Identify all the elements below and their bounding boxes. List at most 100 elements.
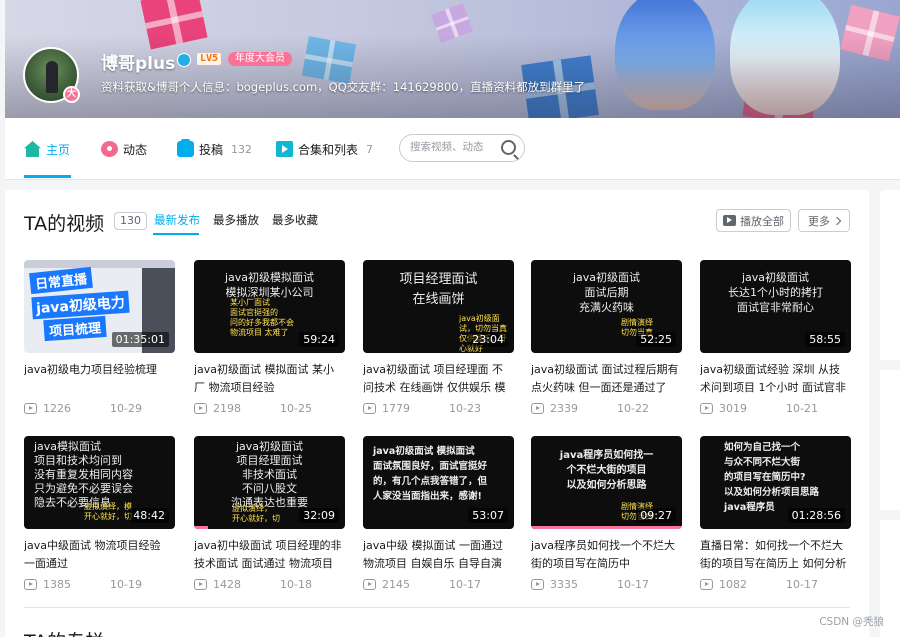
video-thumbnail[interactable]: 项目经理面试 在线画饼 java初级面试，切勿当真 仅供娱乐，开心就好 23:0…	[363, 260, 514, 353]
video-thumbnail[interactable]: java程序员如何找一 个不烂大街的项目 以及如何分析思路 剧情演绎 切勿当真 …	[531, 436, 682, 529]
video-count: 130	[114, 212, 147, 230]
watermark: CSDN @秃狼	[819, 616, 884, 628]
thumb-text: java程序员如何找一 个不烂大街的项目 以及如何分析思路	[559, 450, 654, 491]
play-count-icon	[700, 402, 713, 414]
video-title[interactable]: java初级面试 项目经理面 不问技术 在线画饼 仅供娱乐 模	[363, 361, 514, 397]
thumb-text: java初级面试 面试后期 充满火药味	[572, 271, 641, 314]
more-label: 更多	[808, 214, 830, 228]
search-box[interactable]	[399, 134, 525, 162]
chevron-right-icon	[832, 216, 842, 225]
video-duration: 53:07	[468, 508, 508, 523]
section-divider	[24, 607, 850, 608]
user-name[interactable]: 博哥plus	[101, 49, 175, 74]
sort-underline	[153, 233, 199, 235]
tab-dynamic-label: 动态	[123, 142, 148, 157]
video-meta: 1082 10-17	[700, 577, 851, 591]
video-title[interactable]: java中级 模拟面试 一面通过 物流项目 自娱自乐 自导自演	[363, 537, 514, 573]
video-duration: 01:35:01	[111, 332, 169, 347]
publish-date: 10-17	[617, 577, 649, 591]
thumb-accent-text: 虚拟演绎， 开心就好，切	[232, 504, 280, 523]
video-card[interactable]: java初级模拟面试 模拟深圳某小公司 某小厂面试 面试官挺强的 问的好多我都不…	[194, 260, 345, 415]
tab-collections-label: 合集和列表	[298, 142, 359, 157]
video-card[interactable]: 项目经理面试 在线画饼 java初级面试，切勿当真 仅供娱乐，开心就好 23:0…	[363, 260, 514, 415]
thumb-text: java初级模拟面试 模拟深圳某小公司	[224, 271, 315, 299]
tab-uploads[interactable]: 投稿 132	[177, 139, 252, 158]
video-card[interactable]: java初级面试 模拟面试 面试氛围良好，面试官挺好 的，有几个点我答错了，但 …	[363, 436, 514, 591]
play-count-icon	[24, 402, 37, 414]
tab-dynamic[interactable]: 动态	[101, 140, 147, 158]
sidebar-gap	[880, 510, 900, 520]
collections-count: 7	[366, 142, 374, 156]
more-button[interactable]: 更多	[798, 209, 850, 232]
video-thumbnail[interactable]: java初级面试 面试后期 充满火药味 剧情演绎 切勿当真 52:25	[531, 260, 682, 353]
search-input[interactable]	[410, 141, 500, 153]
video-duration: 48:42	[129, 508, 169, 523]
video-card[interactable]: 如何为自己找一个 与众不同不烂大街 的项目写在简历中? 以及如何分析项目思路 j…	[700, 436, 851, 591]
upload-icon	[177, 139, 194, 157]
user-sign: 资料获取&博哥个人信息：bogeplus.com，QQ交友群：141629800…	[101, 80, 586, 94]
video-card[interactable]: java初级面试 面试后期 充满火药味 剧情演绎 切勿当真 52:25 java…	[531, 260, 682, 415]
video-title[interactable]: java初级面试 模拟面试 某小厂 物流项目经验	[194, 361, 345, 397]
publish-date: 10-19	[110, 577, 142, 591]
video-thumbnail[interactable]: java初级模拟面试 模拟深圳某小公司 某小厂面试 面试官挺强的 问的好多我都不…	[194, 260, 345, 353]
video-thumbnail[interactable]: 日常直播 java初级电力 项目梳理 01:35:01	[24, 260, 175, 353]
vip-badge[interactable]: 年度大会员	[228, 52, 292, 66]
video-card[interactable]: java程序员如何找一 个不烂大街的项目 以及如何分析思路 剧情演绎 切勿当真 …	[531, 436, 682, 591]
video-title[interactable]: 直播日常：如何找一个不烂大街的项目写在简历上 如何分析	[700, 537, 851, 573]
video-thumbnail[interactable]: java初级面试 模拟面试 面试氛围良好，面试官挺好 的，有几个点我答错了，但 …	[363, 436, 514, 529]
video-title[interactable]: java中级面试 物流项目经验 一面通过	[24, 537, 175, 573]
video-meta: 3335 10-17	[531, 577, 682, 591]
publish-date: 10-21	[786, 401, 818, 415]
video-card[interactable]: java初级面试 长达1个小时的拷打 面试官非常耐心 58:55 java初级面…	[700, 260, 851, 415]
sort-tab-most-played[interactable]: 最多播放	[213, 212, 259, 228]
view-count: 1779	[382, 401, 410, 415]
tab-home[interactable]: 主页	[24, 140, 70, 158]
avatar-badge: 大	[63, 86, 80, 103]
videos-panel: TA的视频 130 最新发布 最多播放 最多收藏 播放全部 更多 日常直播 ja…	[5, 190, 869, 637]
video-thumbnail[interactable]: 如何为自己找一个 与众不同不烂大街 的项目写在简历中? 以及如何分析项目思路 j…	[700, 436, 851, 529]
video-thumbnail[interactable]: java模拟面试 项目和技术均问到 没有重复发相同内容 只为避免不必要误会 隐去…	[24, 436, 175, 529]
video-title[interactable]: java程序员如何找一个不烂大街的项目写在简历中	[531, 537, 682, 573]
video-meta: 1428 10-18	[194, 577, 345, 591]
tab-collections[interactable]: 合集和列表 7	[276, 140, 373, 158]
view-count: 1082	[719, 577, 747, 591]
section-title: TA的视频	[24, 213, 105, 235]
search-icon[interactable]	[501, 140, 516, 155]
publish-date: 10-23	[449, 401, 481, 415]
column-section-title: TA的专栏	[24, 627, 104, 637]
thumb-text: java初级面试 长达1个小时的拷打 面试官非常耐心	[728, 271, 823, 314]
sort-tab-latest[interactable]: 最新发布	[154, 212, 200, 228]
collection-icon	[276, 141, 293, 157]
thumb-accent-text: 某小厂面试 面试官挺强的 问的好多我都不会 物流项目 太难了	[230, 298, 294, 337]
publish-date: 10-25	[280, 401, 312, 415]
active-tab-underline	[24, 175, 71, 178]
thumb-label: 日常直播	[29, 266, 93, 295]
video-title[interactable]: java初级面试经验 深圳 从技术问到项目 1个小时 面试官非	[700, 361, 851, 397]
publish-date: 10-17	[449, 577, 481, 591]
thumb-text: 项目经理面试 在线画饼	[399, 272, 478, 307]
video-title[interactable]: java初级面试 面试过程后期有点火药味 但一面还是通过了	[531, 361, 682, 397]
play-all-button[interactable]: 播放全部	[716, 209, 791, 232]
video-title[interactable]: java初级电力项目经验梳理	[24, 361, 175, 397]
video-title[interactable]: java初中级面试 项目经理的非技术面试 面试通过 物流项目	[194, 537, 345, 573]
video-thumbnail[interactable]: java初级面试 项目经理面试 非技术面试 不问八股文 沟通表达也重要 虚拟演绎…	[194, 436, 345, 529]
video-duration: 01:28:56	[787, 508, 845, 523]
thumb-accent-text: 虚拟演绎，模 开心就好，切	[84, 502, 132, 521]
video-meta: 2198 10-25	[194, 401, 345, 415]
verify-icon	[177, 53, 191, 67]
play-count-icon	[531, 578, 544, 590]
view-count: 2198	[213, 401, 241, 415]
video-card[interactable]: 日常直播 java初级电力 项目梳理 01:35:01 java初级电力项目经验…	[24, 260, 175, 415]
thumb-text: java模拟面试 项目和技术均问到 没有重复发相同内容 只为避免不必要误会 隐去…	[34, 440, 133, 509]
video-thumbnail[interactable]: java初级面试 长达1个小时的拷打 面试官非常耐心 58:55	[700, 260, 851, 353]
video-meta: 3019 10-21	[700, 401, 851, 415]
video-card[interactable]: java初级面试 项目经理面试 非技术面试 不问八股文 沟通表达也重要 虚拟演绎…	[194, 436, 345, 591]
sort-tab-most-favorited[interactable]: 最多收藏	[272, 212, 318, 228]
video-duration: 23:04	[468, 332, 508, 347]
play-count-icon	[194, 402, 207, 414]
video-duration: 59:24	[299, 332, 339, 347]
view-count: 2339	[550, 401, 578, 415]
view-count: 1428	[213, 577, 241, 591]
video-card[interactable]: java模拟面试 项目和技术均问到 没有重复发相同内容 只为避免不必要误会 隐去…	[24, 436, 175, 591]
video-meta: 1226 10-29	[24, 401, 175, 415]
